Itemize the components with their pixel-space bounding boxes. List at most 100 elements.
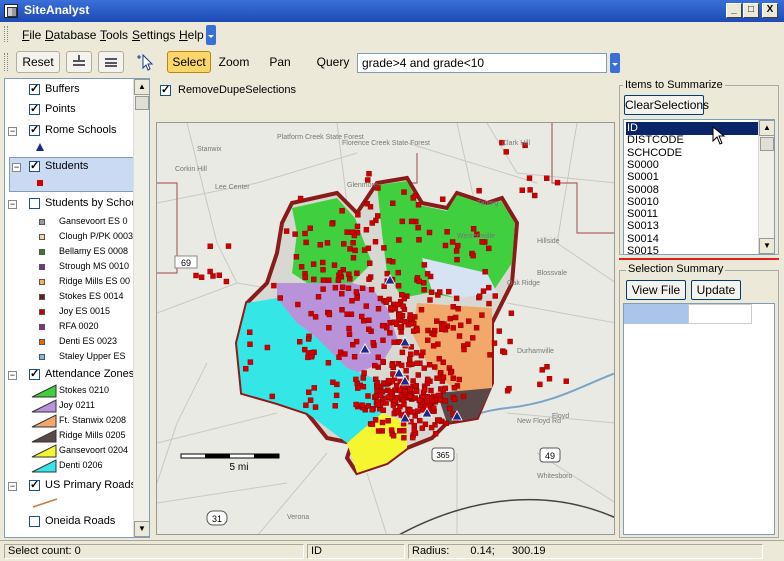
layer-attendance-zones[interactable]: − Attendance Zones (5, 366, 135, 384)
layer-points[interactable]: Points (5, 101, 135, 119)
toolbar-overflow-button[interactable] (610, 53, 620, 73)
student-point (374, 388, 380, 394)
student-point (354, 295, 360, 301)
fields-listbox[interactable]: ID DISTCODE SCHCODE S0000 S0001 S0008 S0010 S00… (623, 119, 775, 255)
student-point (410, 195, 416, 201)
collapse-icon[interactable]: − (8, 200, 17, 209)
collapse-icon[interactable]: − (8, 482, 17, 491)
layer-checkbox[interactable] (29, 82, 40, 95)
student-point (414, 327, 420, 334)
field-list-item[interactable]: ID (626, 122, 758, 135)
layer-checkbox[interactable] (29, 198, 40, 209)
scroll-thumb[interactable] (135, 96, 149, 110)
student-point (344, 229, 350, 235)
menu-file[interactable]: File (22, 28, 41, 42)
minimize-button[interactable]: _ (726, 3, 742, 18)
student-point (339, 208, 345, 214)
zone-color-swatch (31, 414, 57, 428)
scroll-thumb[interactable] (760, 137, 774, 151)
scroll-up-icon[interactable]: ▲ (759, 120, 774, 136)
layer-checkbox[interactable] (29, 159, 40, 172)
layer-checkbox[interactable] (29, 123, 40, 136)
scroll-down-icon[interactable]: ▼ (134, 521, 149, 537)
zoom-in-icon[interactable] (66, 51, 92, 73)
maximize-button[interactable]: □ (743, 3, 759, 18)
pointer-icon[interactable] (131, 51, 161, 73)
layer-label: Oneida Roads (45, 515, 116, 527)
menu-help[interactable]: Help (179, 28, 204, 42)
layer-checkbox[interactable] (29, 102, 40, 115)
field-list-item[interactable]: S0011 (626, 208, 758, 221)
clear-selections-button[interactable]: ClearSelections (624, 95, 709, 115)
menu-overflow-button[interactable] (206, 25, 216, 45)
student-point (353, 289, 360, 295)
field-list-item[interactable]: S0000 (626, 159, 758, 172)
select-button[interactable]: Select (167, 51, 211, 73)
layer-label: Attendance Zones (45, 368, 135, 380)
scroll-down-icon[interactable]: ▼ (759, 238, 774, 254)
student-point (428, 424, 435, 431)
view-file-button[interactable]: View File (626, 280, 686, 300)
legend-scrollbar[interactable]: ▲ ▼ (133, 79, 149, 537)
student-point (339, 284, 346, 290)
student-point (430, 343, 437, 349)
student-point (415, 372, 421, 378)
zoom-out-icon[interactable] (98, 51, 124, 73)
layer-checkbox[interactable] (29, 516, 40, 527)
collapse-icon[interactable]: − (12, 163, 21, 172)
collapse-icon[interactable]: − (8, 127, 17, 136)
field-list-item[interactable]: S0008 (626, 184, 758, 197)
map-view[interactable]: 69 49 31 365 Platform Creek State Forest… (156, 122, 615, 535)
school-legend-label: Joy ES 0015 (59, 306, 111, 316)
menu-database[interactable]: Database (45, 28, 96, 42)
field-list-item[interactable]: S0015 (626, 245, 758, 254)
student-point (264, 344, 271, 351)
query-input[interactable]: grade>4 and grade<10 (357, 53, 607, 73)
remove-dupes-checkbox[interactable] (160, 83, 171, 96)
student-point (347, 246, 353, 252)
menu-settings[interactable]: Settings (132, 28, 175, 42)
layer-students-selected[interactable]: − Students (9, 157, 137, 192)
layer-checkbox[interactable] (29, 367, 40, 380)
close-button[interactable]: X (762, 3, 778, 18)
field-list-item[interactable]: S0010 (626, 196, 758, 209)
field-list-item[interactable]: DISTCODE (626, 134, 758, 147)
student-point (428, 387, 434, 394)
field-list-item[interactable]: S0001 (626, 171, 758, 184)
collapse-icon[interactable]: − (8, 371, 17, 380)
student-point (390, 200, 396, 207)
layer-buffers[interactable]: Buffers (5, 81, 135, 99)
school-color-swatch (39, 219, 45, 225)
layer-oneida-roads[interactable]: Oneida Roads (5, 513, 135, 531)
menu-tools[interactable]: Tools (100, 28, 128, 42)
layer-us-primary-roads[interactable]: − US Primary Roads (5, 477, 136, 495)
student-point (431, 331, 437, 338)
field-list-item[interactable]: S0014 (626, 233, 758, 246)
grid-cell[interactable] (688, 304, 752, 324)
field-list-item[interactable]: SCHCODE (626, 147, 758, 160)
zoom-button[interactable]: Zoom (213, 51, 255, 73)
shield-label: 69 (181, 258, 191, 268)
student-point (470, 225, 477, 232)
school-color-swatch (39, 309, 45, 315)
student-point (419, 425, 425, 431)
map-canvas[interactable]: 69 49 31 365 Platform Creek State Forest… (157, 123, 615, 535)
summary-grid[interactable] (623, 303, 775, 535)
update-button[interactable]: Update (691, 280, 741, 300)
pan-button[interactable]: Pan (258, 51, 302, 73)
scroll-up-icon[interactable]: ▲ (134, 79, 149, 95)
layer-rome-schools[interactable]: − Rome Schools (5, 122, 135, 140)
fields-scrollbar[interactable]: ▲ ▼ (758, 120, 774, 254)
student-point (379, 419, 386, 426)
field-list-item[interactable]: S0013 (626, 220, 758, 233)
layer-checkbox[interactable] (29, 478, 40, 491)
reset-button[interactable]: Reset (16, 51, 60, 73)
student-point (374, 402, 381, 408)
student-point (400, 397, 407, 403)
student-point (371, 362, 378, 369)
student-point (421, 262, 428, 268)
layer-students-by-school[interactable]: − Students by School (5, 195, 149, 213)
menu-grip (4, 26, 8, 42)
student-point (436, 355, 442, 362)
student-point (298, 264, 305, 270)
